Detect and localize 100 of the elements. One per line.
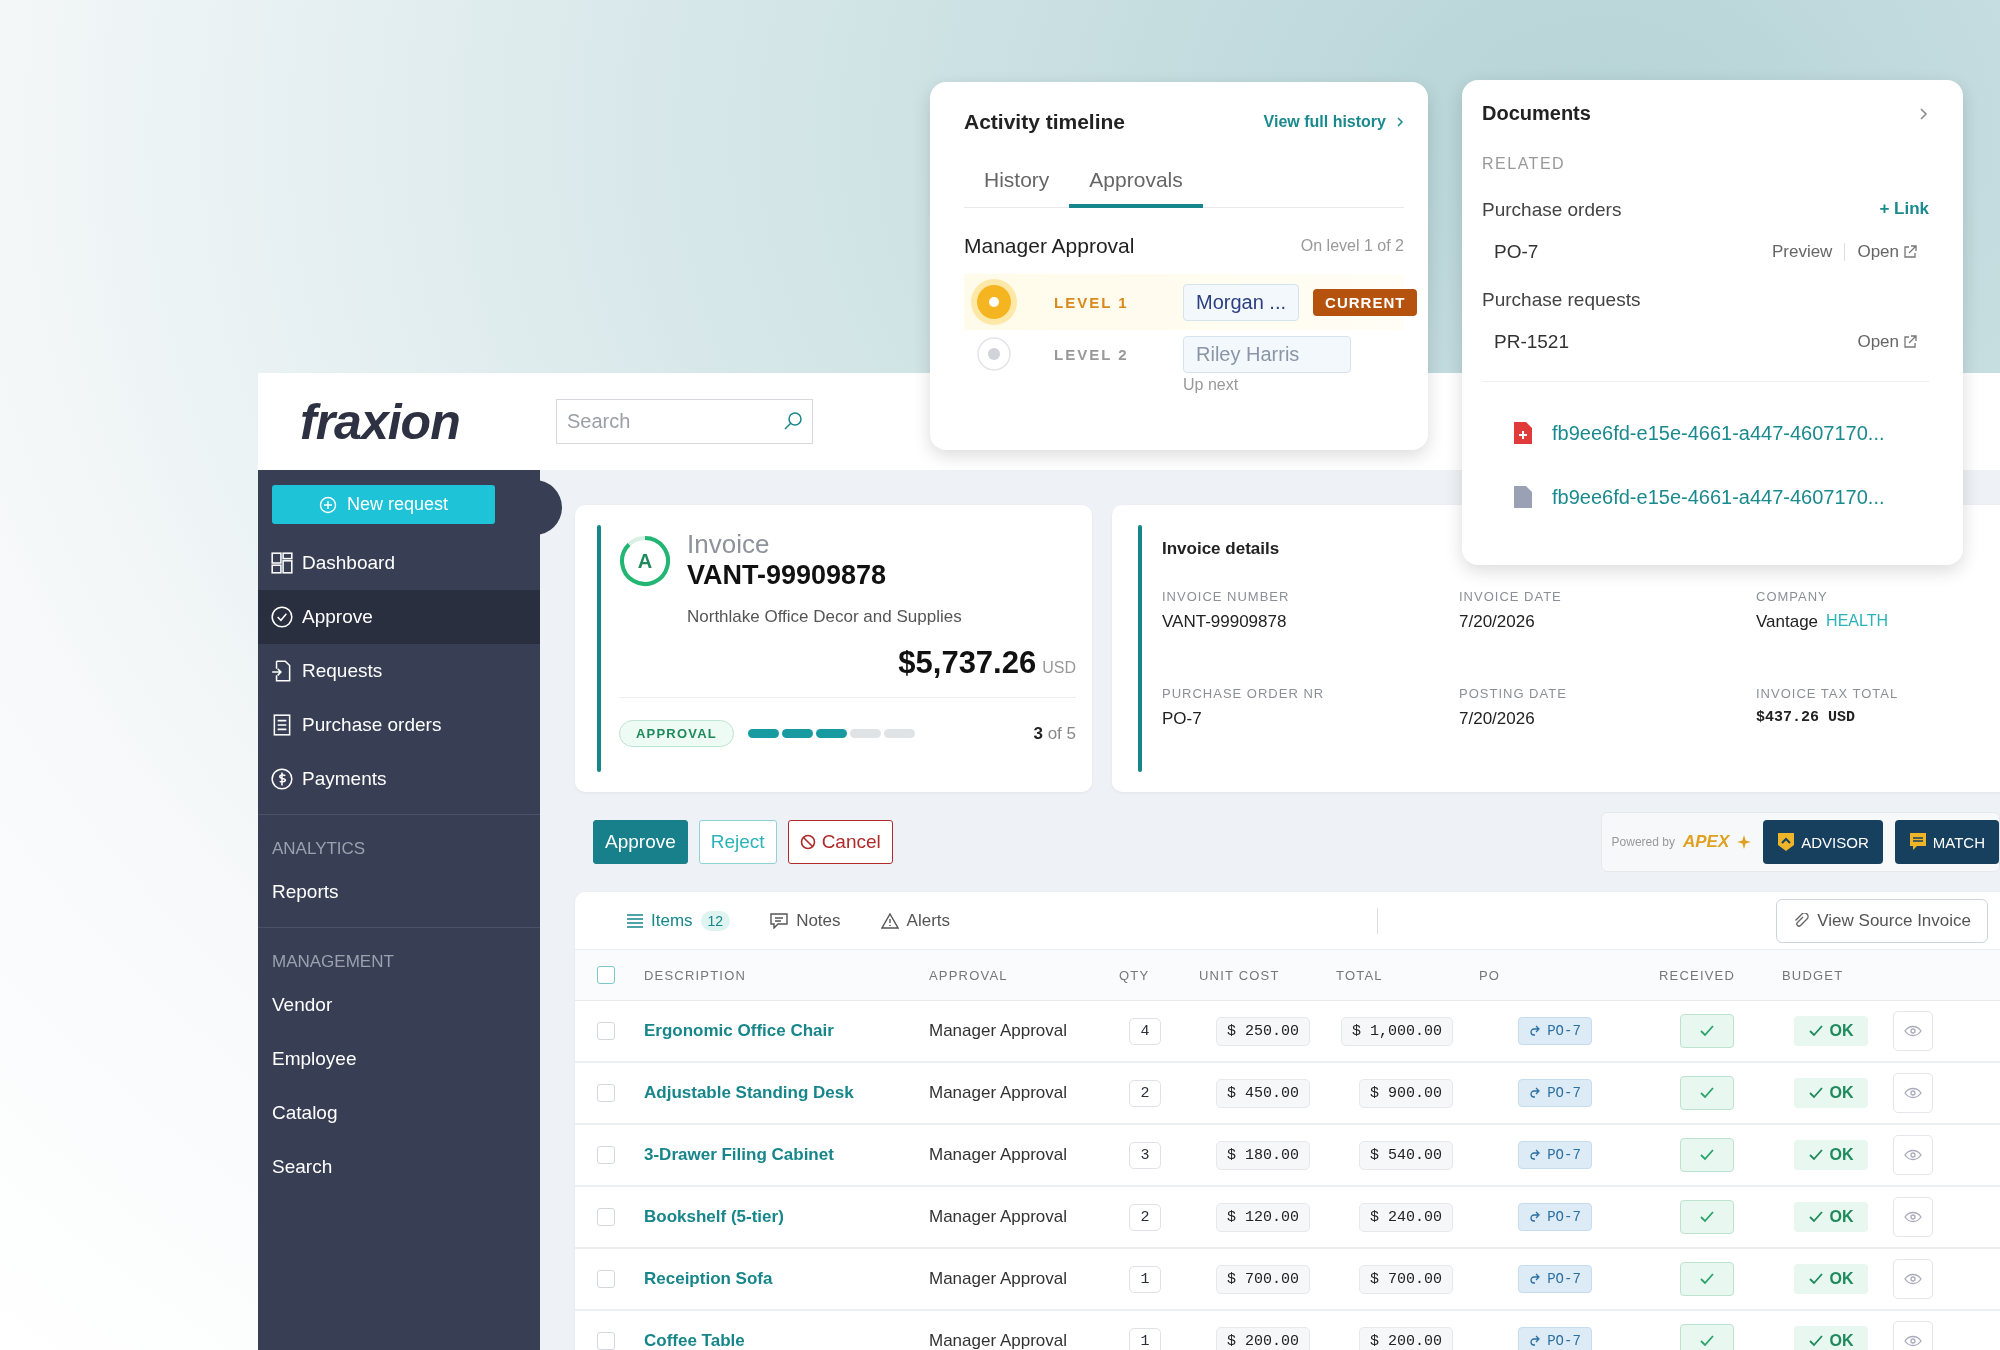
file-link[interactable]: fb9ee6fd-e15e-4661-a447-4607170...: [1552, 421, 1885, 445]
redo-arrow-icon: [1529, 1211, 1542, 1223]
check-icon: [1807, 1148, 1824, 1162]
check-icon: [1807, 1024, 1824, 1038]
prohibited-icon: [799, 834, 816, 850]
search-icon: [783, 411, 803, 431]
budget-status: OK: [1793, 1264, 1868, 1294]
link-action[interactable]: + Link: [1879, 199, 1929, 221]
sidebar-item[interactable]: Requests: [258, 644, 540, 698]
received-checkbox[interactable]: [1679, 1200, 1734, 1234]
message-icon: [1908, 832, 1927, 852]
avatar: A: [619, 535, 671, 587]
po-link[interactable]: PO-7: [1518, 1327, 1592, 1350]
item-link[interactable]: 3-Drawer Filing Cabinet: [630, 1145, 915, 1165]
received-checkbox[interactable]: [1679, 1076, 1734, 1110]
column-header: TOTAL: [1335, 967, 1384, 983]
received-checkbox[interactable]: [1679, 1262, 1734, 1296]
preview-link[interactable]: Preview: [1771, 242, 1833, 262]
field-label: INVOICE DATE: [1459, 589, 1563, 604]
view-button[interactable]: [1893, 1073, 1933, 1113]
view-button[interactable]: [1893, 1197, 1933, 1237]
row-checkbox[interactable]: [597, 1146, 615, 1164]
chevron-right-icon[interactable]: [1919, 106, 1929, 121]
row-checkbox[interactable]: [597, 1332, 615, 1350]
cancel-button[interactable]: Cancel: [787, 820, 893, 864]
column-header: BUDGET: [1781, 967, 1845, 983]
group-title: Purchase orders: [1482, 199, 1622, 221]
view-button[interactable]: [1893, 1321, 1933, 1350]
sidebar-item[interactable]: Catalog: [258, 1086, 540, 1140]
select-all-checkbox[interactable]: [597, 966, 615, 984]
received-checkbox[interactable]: [1679, 1138, 1734, 1172]
approve-button[interactable]: Approve: [593, 820, 688, 864]
po-link[interactable]: PO-7: [1518, 1265, 1592, 1293]
quantity: 3: [1129, 1141, 1161, 1169]
row-checkbox[interactable]: [597, 1084, 615, 1102]
po-link[interactable]: PO-7: [1518, 1141, 1592, 1169]
document-id: PO-7: [1494, 241, 1539, 263]
card-title: Activity timeline: [964, 110, 1126, 134]
current-badge: CURRENT: [1313, 288, 1418, 316]
field-label: PURCHASE ORDER NR: [1162, 686, 1326, 701]
field-value: 7/20/2026: [1459, 709, 1535, 729]
advisor-button[interactable]: ADVISOR: [1763, 820, 1883, 864]
timeline-tab[interactable]: Approvals: [1069, 162, 1203, 208]
item-link[interactable]: Coffee Table: [630, 1331, 915, 1350]
sidebar-item[interactable]: Dashboard: [258, 536, 540, 590]
check-icon: [1698, 1148, 1715, 1162]
card-title: Invoice details: [1162, 539, 1281, 559]
row-checkbox[interactable]: [597, 1022, 615, 1040]
budget-status: OK: [1793, 1140, 1868, 1170]
panel-tab[interactable]: Notes: [770, 910, 841, 931]
table-cell-text: Manager Approval: [928, 1331, 1068, 1350]
panel-tab[interactable]: Alerts: [880, 910, 951, 931]
field-label: INVOICE NUMBER: [1162, 589, 1291, 604]
step-count: 3 of 5: [1033, 723, 1076, 744]
stage-badge: APPROVAL: [619, 720, 734, 747]
open-link[interactable]: Open: [1857, 332, 1917, 352]
panel-tab[interactable]: Items 12: [627, 910, 731, 931]
file-link[interactable]: fb9ee6fd-e15e-4661-a447-4607170...: [1552, 485, 1885, 509]
received-checkbox[interactable]: [1679, 1324, 1734, 1350]
line-total: $ 900.00: [1359, 1078, 1453, 1108]
sidebar-item[interactable]: Employee: [258, 1032, 540, 1086]
sidebar-item[interactable]: Reports: [258, 865, 540, 919]
approver-chip: Morgan ...: [1183, 283, 1300, 321]
item-link[interactable]: Adjustable Standing Desk: [630, 1083, 915, 1103]
timeline-tab[interactable]: History: [964, 162, 1070, 208]
field-value: Vantage: [1756, 612, 1819, 632]
view-history-link[interactable]: View full history: [1263, 113, 1404, 131]
sidebar-item[interactable]: Approve: [258, 590, 540, 644]
po-link[interactable]: PO-7: [1518, 1017, 1592, 1045]
eye-icon: [1904, 1087, 1922, 1099]
received-checkbox[interactable]: [1679, 1014, 1734, 1048]
check-icon: [1698, 1210, 1715, 1224]
view-button[interactable]: [1893, 1011, 1933, 1051]
sidebar-item[interactable]: Payments: [258, 752, 540, 806]
po-link[interactable]: PO-7: [1518, 1079, 1592, 1107]
row-checkbox[interactable]: [597, 1270, 615, 1288]
check-icon: [1807, 1086, 1824, 1100]
item-link[interactable]: Bookshelf (5-tier): [630, 1207, 915, 1227]
line-total: $ 200.00: [1359, 1326, 1453, 1350]
check-icon: [1807, 1272, 1824, 1286]
search-field[interactable]: Search: [556, 399, 813, 444]
item-link[interactable]: Ergonomic Office Chair: [630, 1021, 915, 1041]
plus-circle-icon: [318, 495, 337, 514]
sidebar-item[interactable]: Purchase orders: [258, 698, 540, 752]
eye-icon: [1904, 1335, 1922, 1347]
view-button[interactable]: [1893, 1259, 1933, 1299]
row-checkbox[interactable]: [597, 1208, 615, 1226]
field-value: $437.26 USD: [1756, 709, 1856, 726]
match-button[interactable]: MATCH: [1894, 820, 1999, 864]
po-link[interactable]: PO-7: [1518, 1203, 1592, 1231]
open-link[interactable]: Open: [1857, 242, 1917, 262]
pdf-file-icon: [1512, 420, 1534, 446]
unit-cost: $ 120.00: [1216, 1202, 1310, 1232]
view-source-button[interactable]: View Source Invoice: [1776, 898, 1988, 943]
field-label: COMPANY: [1756, 589, 1829, 604]
sidebar-item[interactable]: Search: [258, 1140, 540, 1194]
item-link[interactable]: Receiption Sofa: [630, 1269, 915, 1289]
field-label: INVOICE TAX TOTAL: [1756, 686, 1900, 701]
view-button[interactable]: [1893, 1135, 1933, 1175]
sidebar-item[interactable]: Vendor: [258, 978, 540, 1032]
